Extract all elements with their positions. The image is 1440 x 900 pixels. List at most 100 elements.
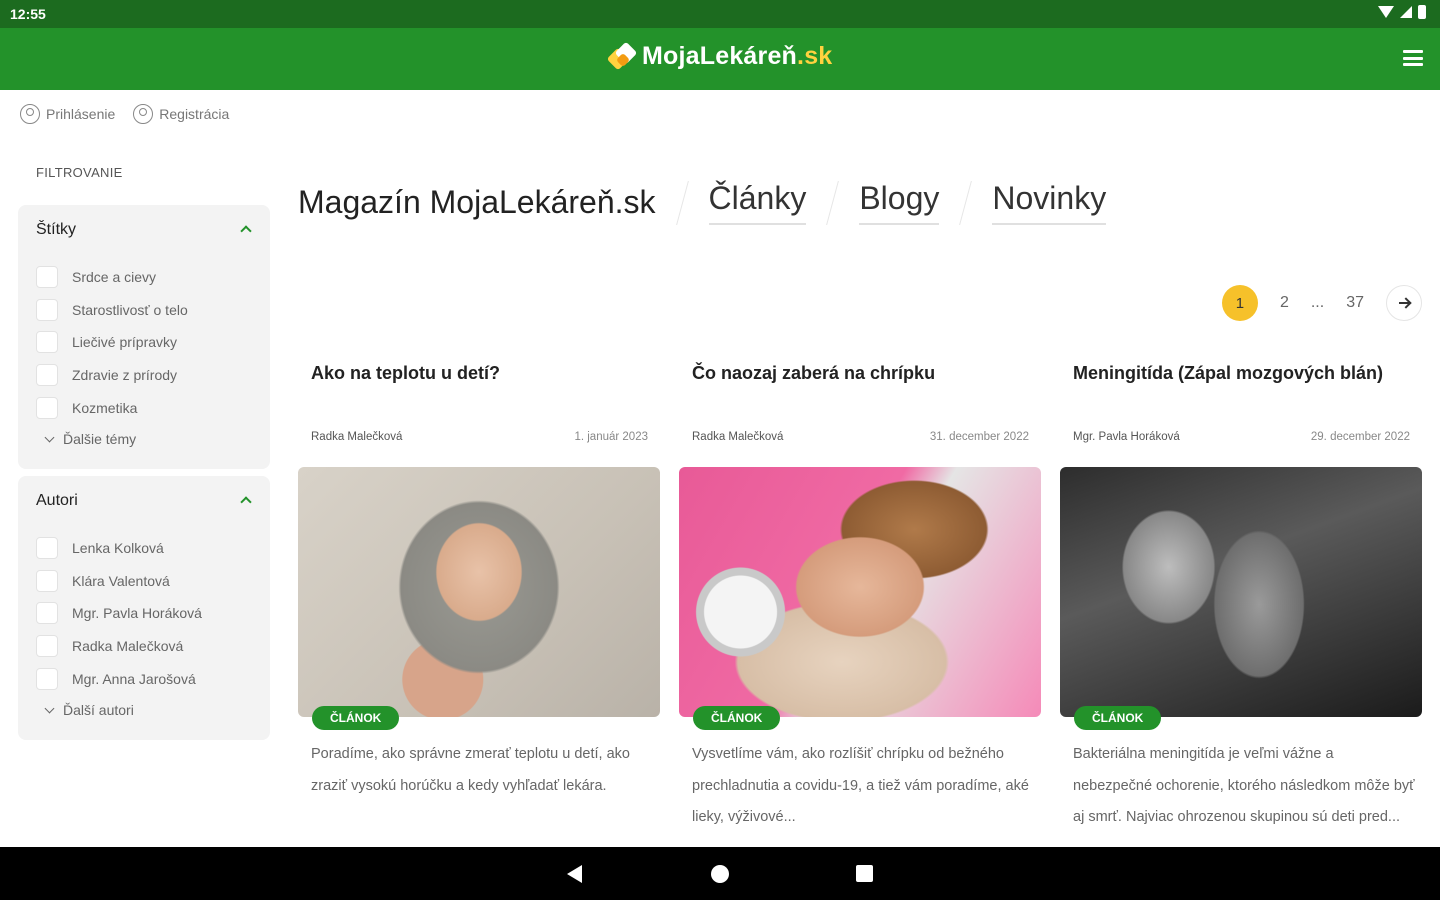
tab-articles[interactable]: Články — [708, 180, 807, 225]
more-authors-label: Ďalší autori — [63, 702, 134, 718]
tag-option[interactable]: Kozmetika — [36, 391, 188, 424]
page-link[interactable]: 2 — [1280, 294, 1289, 312]
article-image[interactable] — [298, 467, 660, 717]
article-card[interactable]: Meningitída (Zápal mozgových blán) Mgr. … — [1060, 355, 1422, 847]
login-label: Prihlásenie — [46, 106, 116, 122]
tag-label: Srdce a cievy — [72, 269, 157, 286]
logo-text: MojaLekáreň.sk — [642, 42, 832, 71]
user-icon — [20, 104, 40, 124]
tab-divider — [675, 180, 689, 225]
tab-divider — [959, 180, 973, 225]
tab-divider — [826, 180, 840, 225]
tags-filter-title: Štítky — [36, 221, 77, 238]
tag-label: Starostlivosť o telo — [72, 301, 188, 318]
home-icon[interactable] — [711, 865, 729, 883]
checkbox[interactable] — [36, 364, 58, 387]
article-excerpt: Vysvetlíme vám, ako rozlíšiť chrípku od … — [692, 746, 1029, 825]
hamburger-menu-icon[interactable] — [1403, 50, 1423, 66]
tag-label: Zdravie z prírody — [72, 367, 178, 384]
article-card[interactable]: Čo naozaj zaberá na chrípku Radka Malečk… — [679, 355, 1041, 847]
article-author: Radka Malečková — [692, 431, 784, 443]
author-label: Mgr. Pavla Horáková — [72, 605, 202, 622]
register-label: Registrácia — [159, 106, 230, 122]
tag-option[interactable]: Starostlivosť o telo — [36, 294, 188, 327]
checkbox[interactable] — [36, 331, 58, 354]
signal-icon — [1400, 6, 1412, 18]
tags-list: Srdce a cievy Starostlivosť o telo Lieči… — [36, 261, 188, 424]
article-image[interactable] — [679, 467, 1041, 717]
status-time: 12:55 — [10, 6, 46, 22]
article-title[interactable]: Ako na teplotu u detí? — [311, 363, 500, 384]
battery-icon — [1418, 5, 1426, 19]
page-link-last[interactable]: 37 — [1346, 294, 1364, 312]
checkbox[interactable] — [36, 602, 58, 625]
recents-icon[interactable] — [856, 865, 873, 882]
magazine-tabs: Magazín MojaLekáreň.sk Články Blogy Novi… — [298, 180, 1107, 225]
tab-news[interactable]: Novinky — [992, 180, 1107, 225]
article-image[interactable] — [1060, 467, 1422, 717]
page-current[interactable]: 1 — [1221, 285, 1258, 321]
tag-option[interactable]: Zdravie z prírody — [36, 359, 188, 392]
checkbox[interactable] — [36, 396, 58, 419]
authors-filter-title: Autori — [36, 492, 78, 509]
article-excerpt: Bakteriálna meningitída je veľmi vážne a… — [1073, 746, 1415, 825]
add-user-icon — [133, 104, 154, 124]
author-label: Lenka Kolková — [72, 540, 164, 557]
more-tags-link[interactable]: Ďalšie témy — [44, 431, 137, 447]
next-page-button[interactable] — [1386, 285, 1422, 321]
author-option[interactable]: Lenka Kolková — [36, 532, 202, 565]
tag-option[interactable]: Liečivé prípravky — [36, 326, 188, 359]
app-header: MojaLekáreň.sk — [0, 28, 1440, 90]
collapse-tags-icon[interactable] — [240, 225, 252, 237]
article-date: 29. december 2022 — [1310, 431, 1410, 443]
tag-option[interactable]: Srdce a cievy — [36, 261, 188, 294]
author-label: Klára Valentová — [72, 572, 170, 589]
logo-suffix: .sk — [797, 42, 833, 70]
author-option[interactable]: Mgr. Pavla Horáková — [36, 597, 202, 630]
back-icon[interactable] — [567, 865, 582, 883]
chevron-down-icon — [44, 703, 55, 713]
checkbox[interactable] — [36, 298, 58, 321]
author-option[interactable]: Radka Malečková — [36, 630, 202, 663]
authors-filter-panel: Autori Lenka Kolková Klára Valentová Mgr… — [18, 476, 270, 740]
authors-list: Lenka Kolková Klára Valentová Mgr. Pavla… — [36, 532, 202, 695]
article-title[interactable]: Čo naozaj zaberá na chrípku — [692, 363, 935, 384]
site-logo[interactable]: MojaLekáreň.sk — [606, 41, 832, 71]
checkbox[interactable] — [36, 266, 58, 289]
article-date: 1. január 2023 — [574, 431, 648, 443]
more-authors-link[interactable]: Ďalší autori — [44, 702, 134, 718]
wifi-icon — [1378, 6, 1394, 18]
author-option[interactable]: Mgr. Anna Jarošová — [36, 662, 202, 695]
register-link[interactable]: Registrácia — [133, 104, 229, 124]
article-excerpt: Poradíme, ako správne zmerať teplotu u d… — [311, 746, 630, 794]
checkbox[interactable] — [36, 569, 58, 592]
checkbox[interactable] — [36, 667, 58, 690]
article-title[interactable]: Meningitída (Zápal mozgových blán) — [1073, 363, 1383, 384]
collapse-authors-icon[interactable] — [240, 496, 252, 508]
article-author: Mgr. Pavla Horáková — [1073, 431, 1180, 443]
logo-mark-icon — [606, 41, 638, 71]
tags-filter-panel: Štítky Srdce a cievy Starostlivosť o tel… — [18, 205, 270, 469]
author-option[interactable]: Klára Valentová — [36, 565, 202, 598]
tag-label: Liečivé prípravky — [72, 334, 178, 351]
system-nav-bar — [0, 847, 1440, 900]
account-links: Prihlásenie Registrácia — [20, 104, 229, 124]
article-badge: ČLÁNOK — [1074, 706, 1162, 730]
login-link[interactable]: Prihlásenie — [20, 104, 115, 124]
tab-magazine-home[interactable]: Magazín MojaLekáreň.sk — [298, 184, 656, 221]
status-bar: 12:55 — [0, 0, 1440, 28]
article-date: 31. december 2022 — [929, 431, 1029, 443]
logo-main: MojaLekáreň — [642, 42, 798, 70]
pagination: 1 2 ... 37 — [1221, 285, 1422, 321]
arrow-right-icon — [1399, 302, 1409, 304]
more-tags-label: Ďalšie témy — [63, 431, 137, 447]
tag-label: Kozmetika — [72, 399, 138, 416]
checkbox[interactable] — [36, 537, 58, 560]
author-label: Mgr. Anna Jarošová — [72, 670, 196, 687]
article-author: Radka Malečková — [311, 431, 403, 443]
checkbox[interactable] — [36, 635, 58, 658]
article-badge: ČLÁNOK — [312, 706, 400, 730]
status-icons — [1378, 5, 1426, 19]
article-card[interactable]: Ako na teplotu u detí? Radka Malečková 1… — [298, 355, 660, 847]
tab-blogs[interactable]: Blogy — [859, 180, 940, 225]
